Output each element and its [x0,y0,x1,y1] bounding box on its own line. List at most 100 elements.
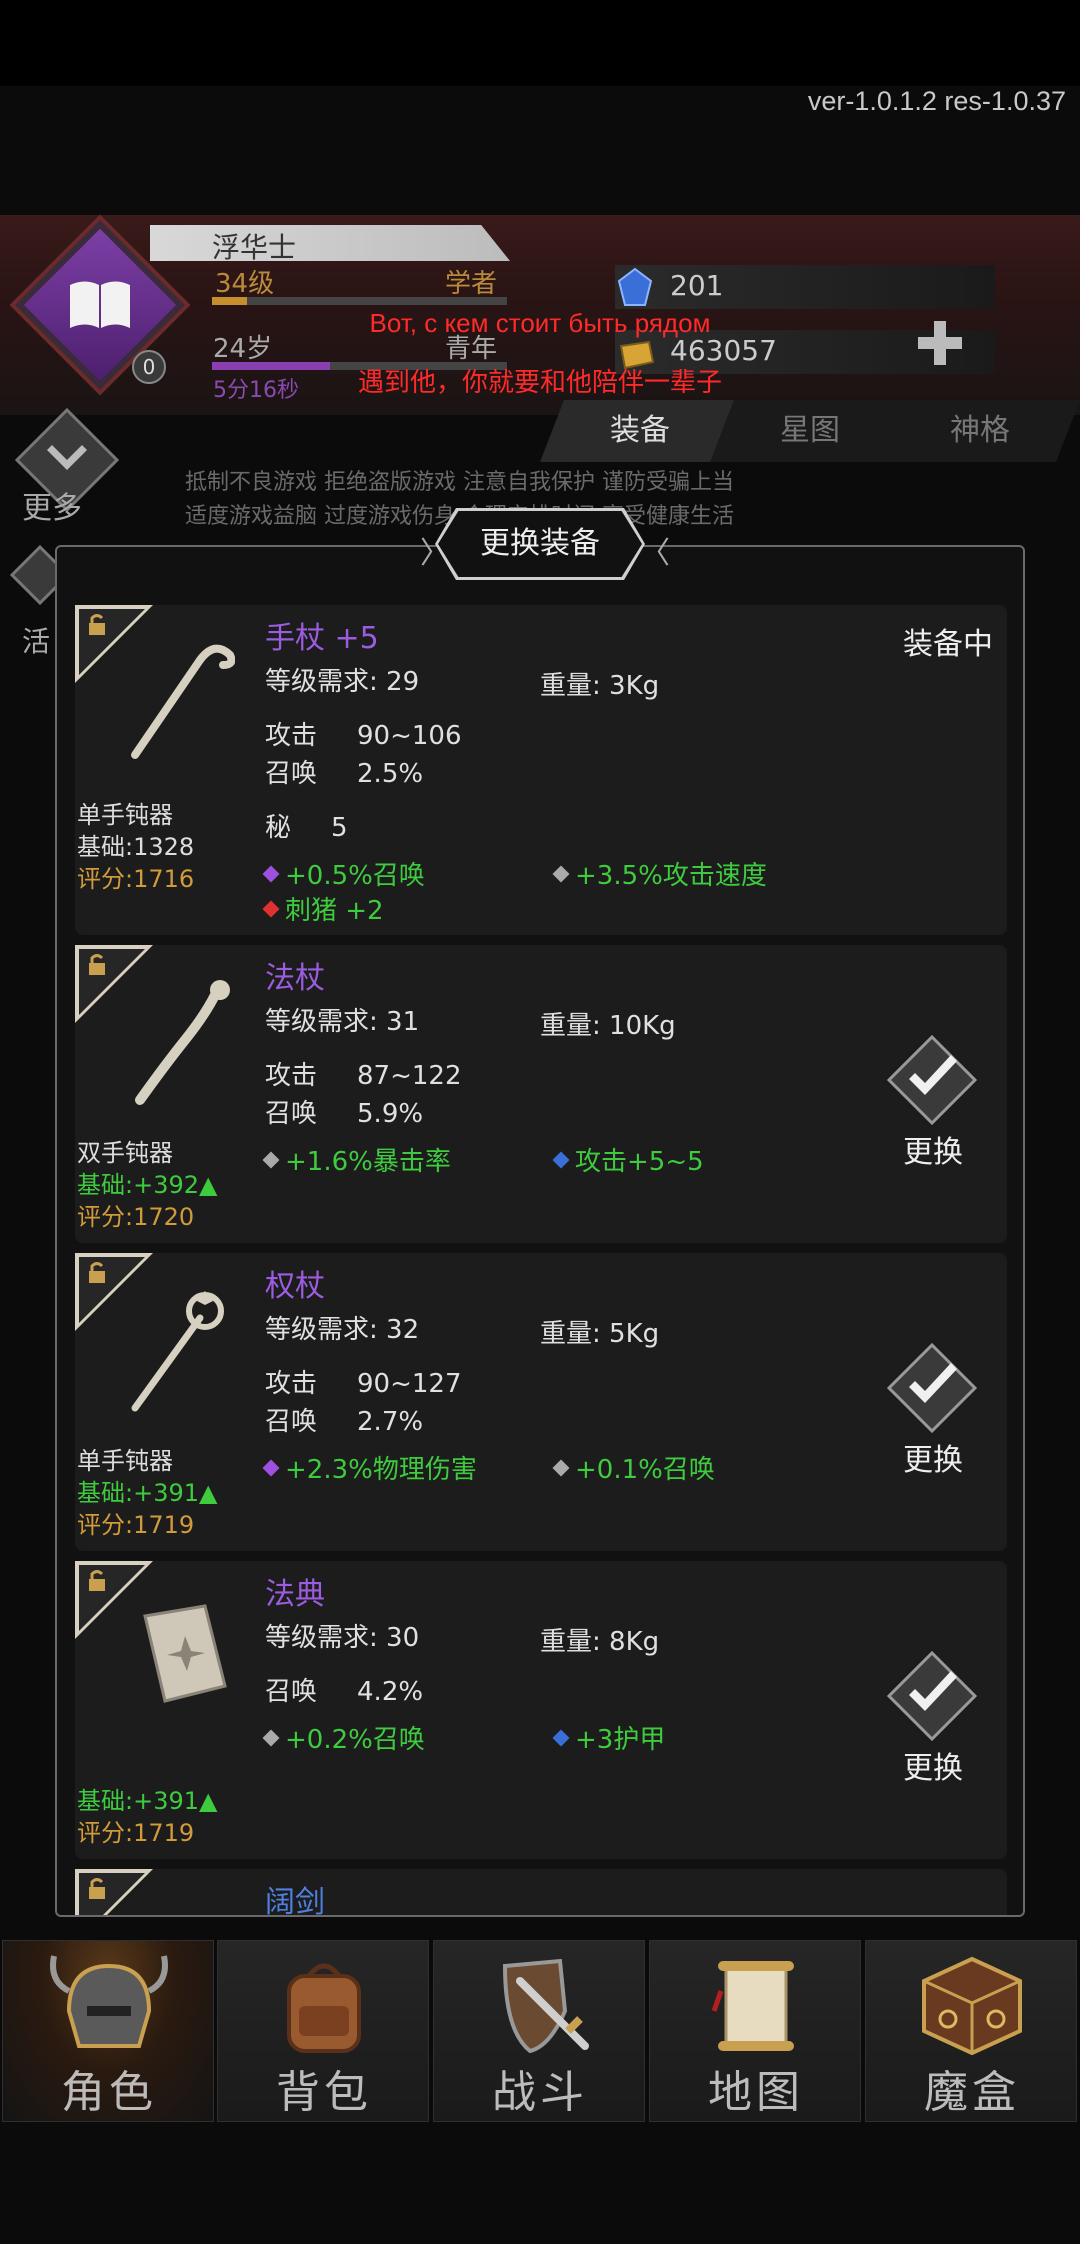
scepter-icon [131,1291,224,1412]
item-base: 基础:1328 [77,833,195,861]
req-value: 31 [386,1007,420,1037]
affix: +1.6%暴击率 [262,1141,451,1178]
affix: +3护甲 [552,1719,665,1756]
nav-magic-box[interactable]: 魔盒 [865,1940,1077,2122]
helmet-icon [50,1955,168,2048]
summon-label: 召唤 [265,1677,318,1707]
weight-value: 3Kg [609,671,660,701]
summon-label: 召唤 [265,1099,318,1129]
equipment-card[interactable]: 阔剑 [75,1869,1007,1917]
player-name: 浮华士 [212,231,297,264]
notice-line-1: 抵制不良游戏 拒绝盗版游戏 注意自我保护 谨防受骗上当 [185,470,734,495]
check-icon [887,1651,977,1741]
nav-map[interactable]: 地图 [649,1940,861,2122]
item-base: 基础:+391▲ [77,1787,218,1815]
check-icon [887,1343,977,1433]
gem-count: 201 [670,269,724,302]
summon-value: 2.7% [357,1407,424,1437]
weight: 重量: 5Kg [540,1313,659,1350]
req-label: 等级需求: [265,1007,378,1037]
sword-shield-icon [502,1958,589,2054]
player-level: 34级 [215,269,275,299]
item-name: 权杖 [265,1269,325,1304]
equipment-card[interactable]: 单手钝器 基础:1328 评分:1716 手杖 +5 装备中 等级需求: 29 … [75,605,1007,935]
name-bar [150,225,510,261]
affix: +0.1%召唤 [552,1449,715,1486]
dialog-title-plate: 更换装备 [435,508,645,580]
magic-box-icon [922,1956,1022,2056]
attack-value: 87~122 [357,1061,462,1091]
subtitle-ru: Вот, с кем стоит быть рядом [369,308,711,338]
secret-label: 秘 [265,813,292,843]
swap-button[interactable]: 更换 [873,1651,993,1801]
nav-label: 战斗 [492,2067,588,2118]
weight-value: 10Kg [609,1011,676,1041]
item-base: 基础:+392▲ [77,1171,218,1199]
item-score: 评分:1719 [77,1511,195,1539]
weight: 重量: 3Kg [540,665,659,702]
gray-gem-icon [262,1151,280,1168]
status-bar [0,0,1080,86]
item-score: 评分:1716 [77,865,195,893]
item-type: 单手钝器 [77,1447,173,1475]
summon-value: 4.2% [357,1677,424,1707]
item-score: 评分:1720 [77,1203,195,1231]
unlocked-icon[interactable] [75,1869,153,1917]
tab-equipment[interactable]: 装备 [540,400,740,462]
item-name: 法典 [265,1577,325,1612]
more-label[interactable]: 更多 [22,483,82,527]
req-label: 等级需求: [265,1623,378,1653]
swap-button[interactable]: 更换 [873,1035,993,1185]
swap-button[interactable]: 更换 [873,1343,993,1493]
summon-value: 2.5% [357,759,424,789]
purple-gem-icon [262,865,280,882]
weight-label: 重量: [540,1319,601,1349]
equipment-card[interactable]: 基础:+391▲ 评分:1719 法典 等级需求: 30 重量: 8Kg 召唤 4… [75,1561,1007,1859]
req-label: 等级需求: [265,667,378,697]
blue-gem-icon [552,1151,570,1168]
summon-stat: 召唤 4.2% [265,1671,423,1708]
nav-label: 地图 [708,2067,804,2118]
req-value: 29 [386,667,420,697]
item-base: 基础:+391▲ [77,1479,218,1507]
attack-value: 90~127 [357,1369,462,1399]
affix: +0.2%召唤 [262,1719,425,1756]
bottom-nav: 角色 背包 战斗 地图 魔盒 [0,1940,1080,2122]
secret-stat: 秘5 [265,807,348,844]
cane-icon [131,644,235,759]
attack-label: 攻击 [265,1369,318,1399]
equipment-card[interactable]: 双手钝器 基础:+392▲ 评分:1720 法杖 等级需求: 31 重量: 10… [75,945,1007,1243]
equipped-status: 装备中 [903,627,993,662]
item-type: 双手钝器 [77,1139,173,1167]
check-icon [887,1035,977,1125]
change-equipment-dialog: 单手钝器 基础:1328 评分:1716 手杖 +5 装备中 等级需求: 29 … [55,545,1025,1917]
level-requirement: 等级需求: 32 [265,1309,419,1346]
secret-value: 5 [331,813,348,843]
weight-label: 重量: [540,1011,601,1041]
affix: 攻击+5~5 [552,1141,704,1178]
nav-battle[interactable]: 战斗 [433,1940,645,2122]
tab-divinity[interactable]: 神格 [880,400,1080,462]
blue-gem-icon [617,267,653,306]
tab-starmap[interactable]: 星图 [710,400,910,462]
summon-value: 5.9% [357,1099,424,1129]
nav-label: 角色 [61,2067,157,2118]
activity-label[interactable]: 活 [22,620,50,660]
gray-gem-icon [262,1729,280,1746]
summon-stat: 召唤 2.7% [265,1401,423,1438]
attack-stat: 攻击 90~127 [265,1363,462,1400]
nav-backpack[interactable]: 背包 [217,1940,429,2122]
scroll-icon [711,1961,794,2051]
nav-character[interactable]: 角色 [2,1940,214,2122]
weight-value: 8Kg [609,1627,660,1657]
item-name: 法杖 [265,961,325,996]
nav-label: 魔盒 [924,2067,1020,2118]
item-name: 手杖 +5 [265,621,379,656]
req-label: 等级需求: [265,1315,378,1345]
exp-bar [212,297,507,305]
item-name: 阔剑 [265,1885,325,1917]
affix: +3.5%攻击速度 [552,855,767,892]
equipment-card[interactable]: 单手钝器 基础:+391▲ 评分:1719 权杖 等级需求: 32 重量: 5K… [75,1253,1007,1551]
summon-stat: 召唤 5.9% [265,1093,423,1130]
summon-label: 召唤 [265,759,318,789]
